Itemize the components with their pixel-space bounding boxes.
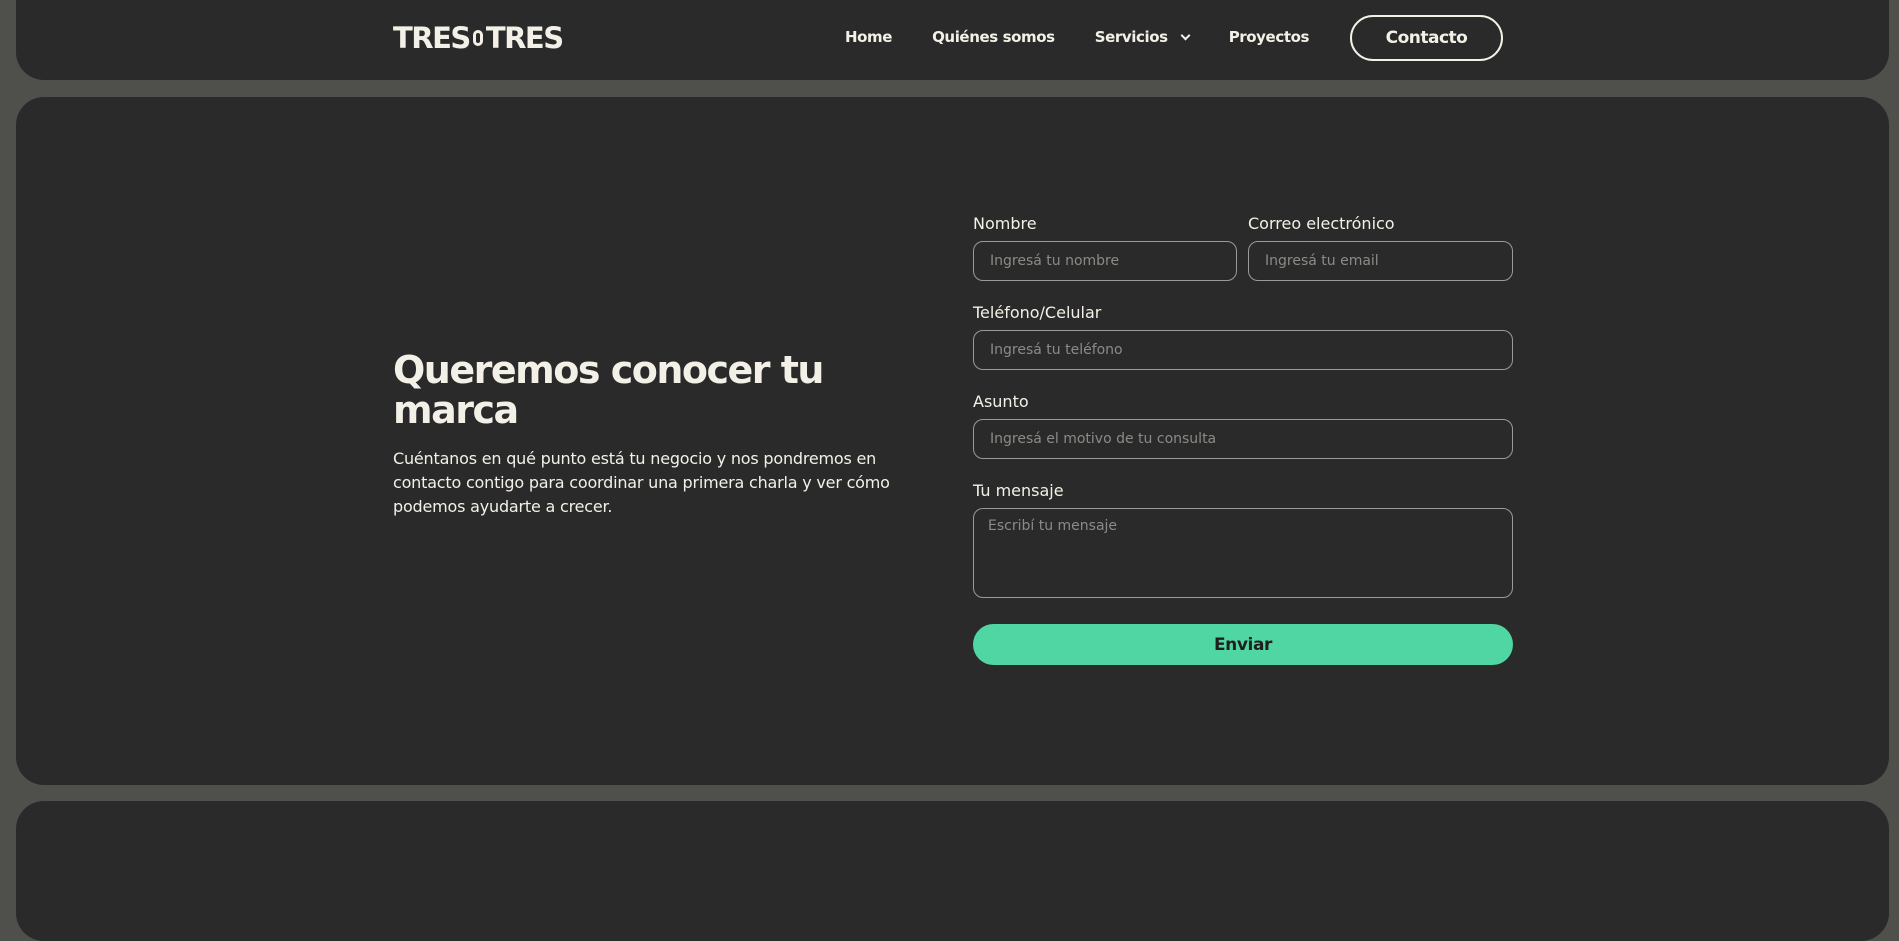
message-label: Tu mensaje	[973, 481, 1064, 500]
nav-home-link[interactable]: Home	[845, 26, 892, 48]
page-description: Cuéntanos en qué punto está tu negocio y…	[393, 449, 890, 516]
logo-word-right: TRES	[485, 21, 564, 55]
email-input[interactable]	[1248, 241, 1513, 281]
email-label: Correo electrónico	[1248, 214, 1395, 233]
subject-input[interactable]	[973, 419, 1513, 459]
logo-word-left: TRES	[393, 21, 471, 55]
nav-proyectos-link[interactable]: Proyectos	[1229, 26, 1310, 48]
nav-servicios-dropdown[interactable]: Servicios	[1094, 26, 1191, 48]
site-header: TRES TRES Home Quiénes somos Servicios P…	[0, 0, 1899, 80]
phone-label: Teléfono/Celular	[973, 303, 1102, 322]
name-input[interactable]	[973, 241, 1237, 281]
message-textarea[interactable]	[973, 508, 1513, 598]
chevron-down-icon	[1180, 30, 1191, 40]
next-section-card	[16, 801, 1889, 941]
phone-input[interactable]	[973, 330, 1513, 370]
send-button[interactable]: Enviar	[973, 624, 1513, 665]
page-title: Queremos conocer tu marca	[393, 348, 824, 432]
tres-tres-logo[interactable]: TRES TRES	[393, 21, 564, 55]
name-label: Nombre	[973, 214, 1037, 233]
contact-button[interactable]: Contacto	[1350, 15, 1503, 61]
main-navigation: Home Quiénes somos Servicios Proyectos	[845, 26, 1309, 48]
subject-label: Asunto	[973, 392, 1029, 411]
logo-separator-icon	[472, 30, 483, 46]
contact-section	[16, 97, 1889, 785]
nav-quienes-somos-link[interactable]: Quiénes somos	[932, 26, 1055, 48]
nav-servicios-label: Servicios	[1094, 28, 1168, 46]
